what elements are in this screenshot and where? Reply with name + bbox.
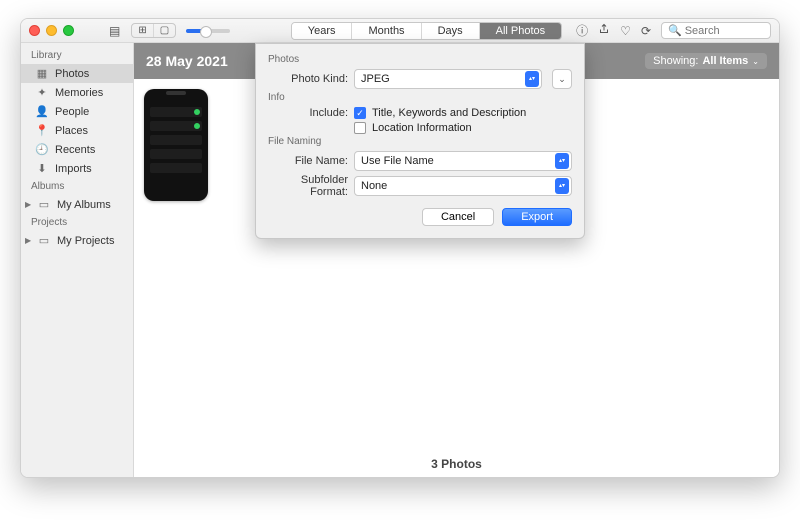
search-field[interactable]: 🔍: [661, 22, 771, 39]
expand-options-button[interactable]: ⌄: [552, 69, 572, 89]
sidebar-item-photos[interactable]: ▦ Photos: [21, 64, 133, 83]
photo-kind-value: JPEG: [361, 73, 390, 85]
info-icon[interactable]: ⓘ: [576, 22, 588, 39]
sidebar-item-people[interactable]: 👤 People: [21, 102, 133, 121]
people-icon: 👤: [35, 105, 49, 118]
showing-value: All Items: [702, 55, 748, 67]
sidebar-item-label: Photos: [55, 68, 89, 80]
select-arrows-icon: ▴▾: [525, 71, 539, 87]
view-mode-segmented[interactable]: ⊞ ▢: [131, 23, 176, 38]
photo-kind-select[interactable]: JPEG ▴▾: [354, 69, 542, 89]
sidebar-item-label: People: [55, 106, 89, 118]
showing-label: Showing:: [653, 55, 698, 67]
photo-kind-label: Photo Kind:: [268, 73, 348, 85]
sidebar-item-label: Imports: [55, 163, 92, 175]
checkbox-label: Location Information: [372, 122, 472, 134]
sidebar-item-my-albums[interactable]: ▶ ▭ My Albums: [21, 195, 133, 214]
favorite-icon[interactable]: ♡: [620, 24, 631, 38]
window-controls: [29, 25, 74, 36]
tab-months[interactable]: Months: [352, 23, 421, 39]
export-dialog: Photos Photo Kind: JPEG ▴▾ ⌄ Info Includ…: [255, 43, 585, 239]
sidebar-item-label: Places: [55, 125, 88, 137]
date-heading: 28 May 2021: [146, 53, 228, 69]
search-icon: 🔍: [668, 24, 682, 37]
app-window: ▤ ⊞ ▢ Years Months Days All Photos ⓘ ♡ ⟳…: [20, 18, 780, 478]
subfolder-label: Subfolder Format:: [268, 174, 348, 198]
time-scope-tabs: Years Months Days All Photos: [291, 22, 562, 40]
select-arrows-icon: ▴▾: [555, 178, 569, 194]
photos-icon: ▦: [35, 67, 49, 80]
chevron-right-icon[interactable]: ▶: [25, 200, 31, 209]
sidebar-item-memories[interactable]: ✦ Memories: [21, 83, 133, 102]
select-arrows-icon: ▴▾: [555, 153, 569, 169]
sidebar-item-places[interactable]: 📍 Places: [21, 121, 133, 140]
sidebar-item-recents[interactable]: 🕘 Recents: [21, 140, 133, 159]
export-button[interactable]: Export: [502, 208, 572, 226]
square-view-icon[interactable]: ▢: [154, 24, 175, 37]
folder-icon: ▭: [37, 198, 51, 211]
section-photos: Photos: [268, 54, 572, 65]
places-icon: 📍: [35, 124, 49, 137]
footer-count: 3 Photos: [134, 451, 779, 477]
grid-view-icon[interactable]: ⊞: [132, 24, 153, 37]
share-icon[interactable]: [598, 23, 610, 38]
sidebar-header-albums: Albums: [21, 178, 133, 195]
sidebar-toggle-icon[interactable]: ▤: [104, 22, 125, 40]
subfolder-value: None: [361, 180, 387, 192]
rotate-icon[interactable]: ⟳: [641, 24, 651, 38]
checkbox-location[interactable]: [354, 122, 366, 134]
titlebar: ▤ ⊞ ▢ Years Months Days All Photos ⓘ ♡ ⟳…: [21, 19, 779, 43]
include-label: Include:: [268, 107, 348, 119]
minimize-window-button[interactable]: [46, 25, 57, 36]
checkbox-title-keywords[interactable]: ✓: [354, 107, 366, 119]
sidebar-header-projects: Projects: [21, 214, 133, 231]
section-info: Info: [268, 92, 572, 103]
cancel-button[interactable]: Cancel: [422, 208, 494, 226]
subfolder-select[interactable]: None ▴▾: [354, 176, 572, 196]
tab-days[interactable]: Days: [422, 23, 480, 39]
sidebar-item-label: My Projects: [57, 235, 114, 247]
chevron-right-icon[interactable]: ▶: [25, 236, 31, 245]
folder-icon: ▭: [37, 234, 51, 247]
photo-thumbnail[interactable]: [144, 89, 208, 201]
sidebar-item-imports[interactable]: ⬇ Imports: [21, 159, 133, 178]
sidebar-item-label: Recents: [55, 144, 95, 156]
file-name-value: Use File Name: [361, 155, 434, 167]
recents-icon: 🕘: [35, 143, 49, 156]
file-name-select[interactable]: Use File Name ▴▾: [354, 151, 572, 171]
sidebar-item-label: My Albums: [57, 199, 111, 211]
file-name-label: File Name:: [268, 155, 348, 167]
zoom-window-button[interactable]: [63, 25, 74, 36]
sidebar-item-label: Memories: [55, 87, 103, 99]
imports-icon: ⬇: [35, 162, 49, 175]
showing-filter[interactable]: Showing: All Items ⌄: [645, 53, 767, 69]
tab-years[interactable]: Years: [292, 23, 353, 39]
section-file-naming: File Naming: [268, 136, 572, 147]
memories-icon: ✦: [35, 86, 49, 99]
close-window-button[interactable]: [29, 25, 40, 36]
checkbox-label: Title, Keywords and Description: [372, 107, 526, 119]
sidebar-item-my-projects[interactable]: ▶ ▭ My Projects: [21, 231, 133, 250]
sidebar: Library ▦ Photos ✦ Memories 👤 People 📍 P…: [21, 43, 134, 477]
tab-all-photos[interactable]: All Photos: [480, 23, 562, 39]
chevron-down-icon: ⌄: [752, 57, 759, 66]
zoom-slider[interactable]: [186, 29, 230, 33]
search-input[interactable]: [685, 25, 764, 37]
sidebar-header-library: Library: [21, 47, 133, 64]
